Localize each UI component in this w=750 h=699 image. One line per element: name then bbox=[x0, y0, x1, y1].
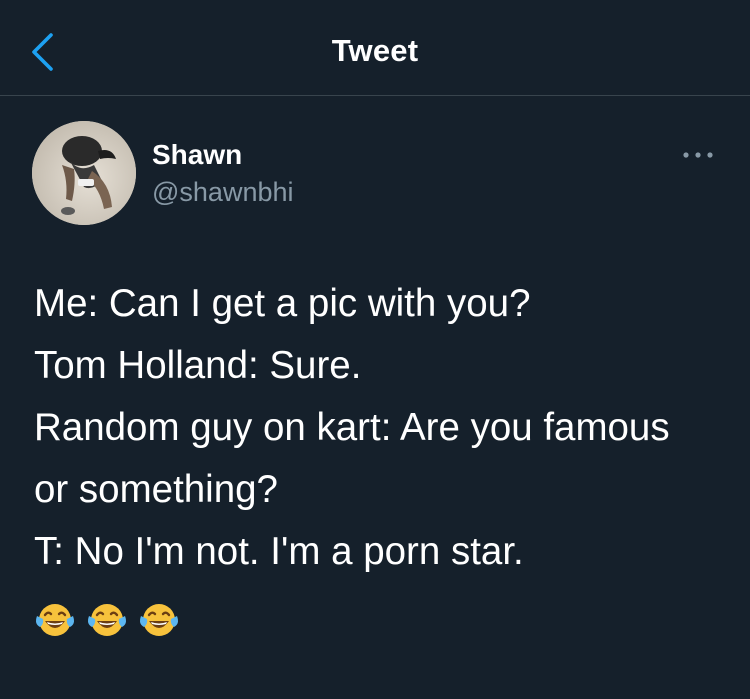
tweet-line: Tom Holland: Sure. bbox=[34, 344, 362, 387]
tweet-line: T: No I'm not. I'm a porn star. bbox=[34, 530, 524, 573]
tweet-line: or something? bbox=[34, 468, 278, 511]
face-with-tears-of-joy-icon bbox=[140, 604, 178, 636]
more-horizontal-icon bbox=[683, 152, 713, 158]
author-handle[interactable]: @shawnbhi bbox=[152, 177, 294, 208]
tweet-detail-screen: Tweet Shawn @shawnbhi Me: Can I get a pi… bbox=[0, 0, 750, 699]
face-with-tears-of-joy-icon bbox=[88, 604, 126, 636]
author-display-name[interactable]: Shawn bbox=[152, 139, 242, 171]
tweet-text: Me: Can I get a pic with you? Tom Hollan… bbox=[34, 273, 734, 583]
avatar[interactable] bbox=[32, 121, 136, 225]
avatar-photo bbox=[32, 121, 136, 225]
page-title: Tweet bbox=[331, 33, 419, 68]
tweet-line: Me: Can I get a pic with you? bbox=[34, 282, 531, 325]
emoji-row bbox=[34, 600, 180, 640]
face-with-tears-of-joy-icon bbox=[36, 604, 74, 636]
top-navigation-bar: Tweet bbox=[0, 0, 750, 96]
more-options-button[interactable] bbox=[678, 143, 718, 167]
tweet-line: Random guy on kart: Are you famous bbox=[34, 406, 670, 449]
